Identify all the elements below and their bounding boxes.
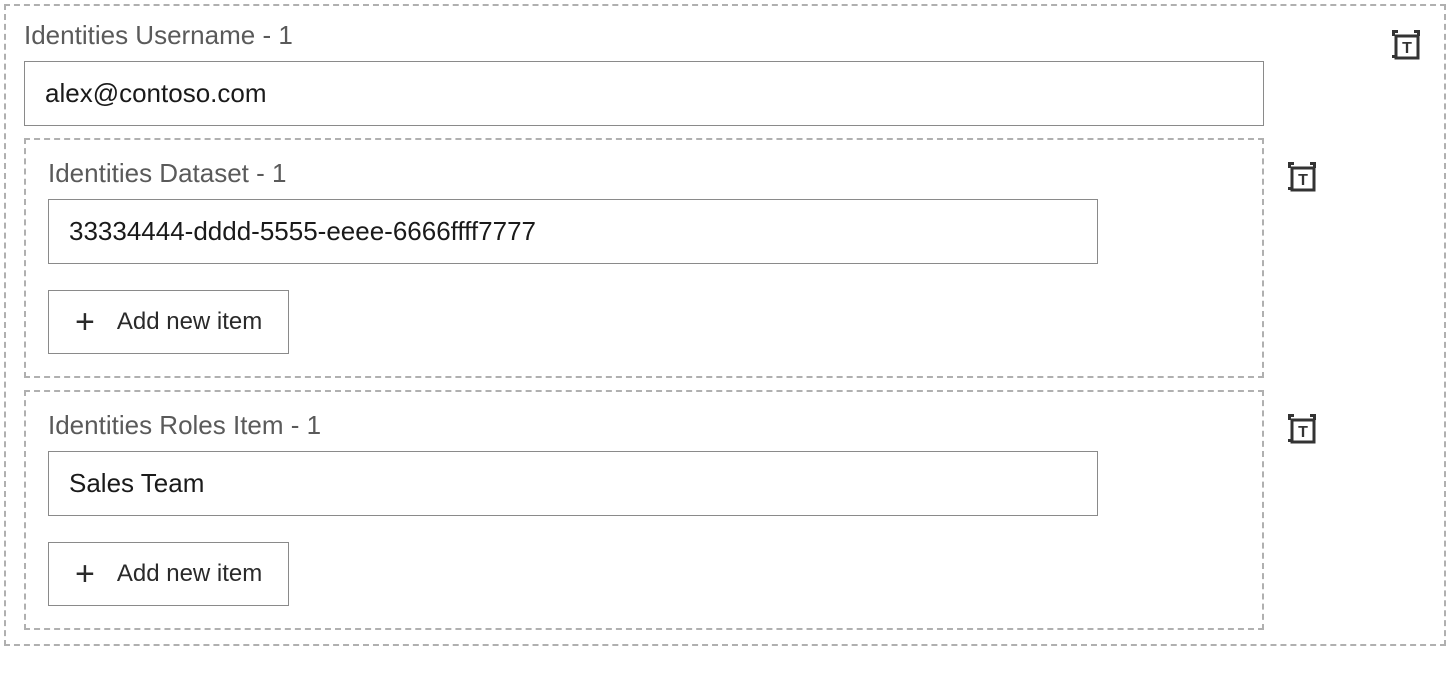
dataset-add-label: Add new item: [117, 308, 262, 336]
dataset-input[interactable]: [48, 199, 1098, 264]
plus-icon: +: [75, 305, 95, 339]
roles-section: Identities Roles Item - 1 + Add new item…: [24, 390, 1426, 630]
svg-text:T: T: [1402, 40, 1412, 57]
roles-input[interactable]: [48, 451, 1098, 516]
dataset-section: Identities Dataset - 1 + Add new item T: [24, 138, 1426, 378]
token-icon[interactable]: T: [1386, 24, 1426, 69]
roles-add-button[interactable]: + Add new item: [48, 542, 289, 606]
svg-text:T: T: [1298, 424, 1308, 441]
username-section: Identities Username - 1 T: [24, 20, 1426, 126]
username-input[interactable]: [24, 61, 1264, 126]
svg-text:T: T: [1298, 172, 1308, 189]
roles-label: Identities Roles Item - 1: [48, 410, 1240, 441]
username-label: Identities Username - 1: [24, 20, 1368, 51]
plus-icon: +: [75, 557, 95, 591]
dataset-label: Identities Dataset - 1: [48, 158, 1240, 189]
dataset-add-button[interactable]: + Add new item: [48, 290, 289, 354]
token-icon[interactable]: T: [1282, 408, 1322, 453]
token-icon[interactable]: T: [1282, 156, 1322, 201]
identities-container: Identities Username - 1 T Identities Dat…: [4, 4, 1446, 646]
roles-add-label: Add new item: [117, 560, 262, 588]
